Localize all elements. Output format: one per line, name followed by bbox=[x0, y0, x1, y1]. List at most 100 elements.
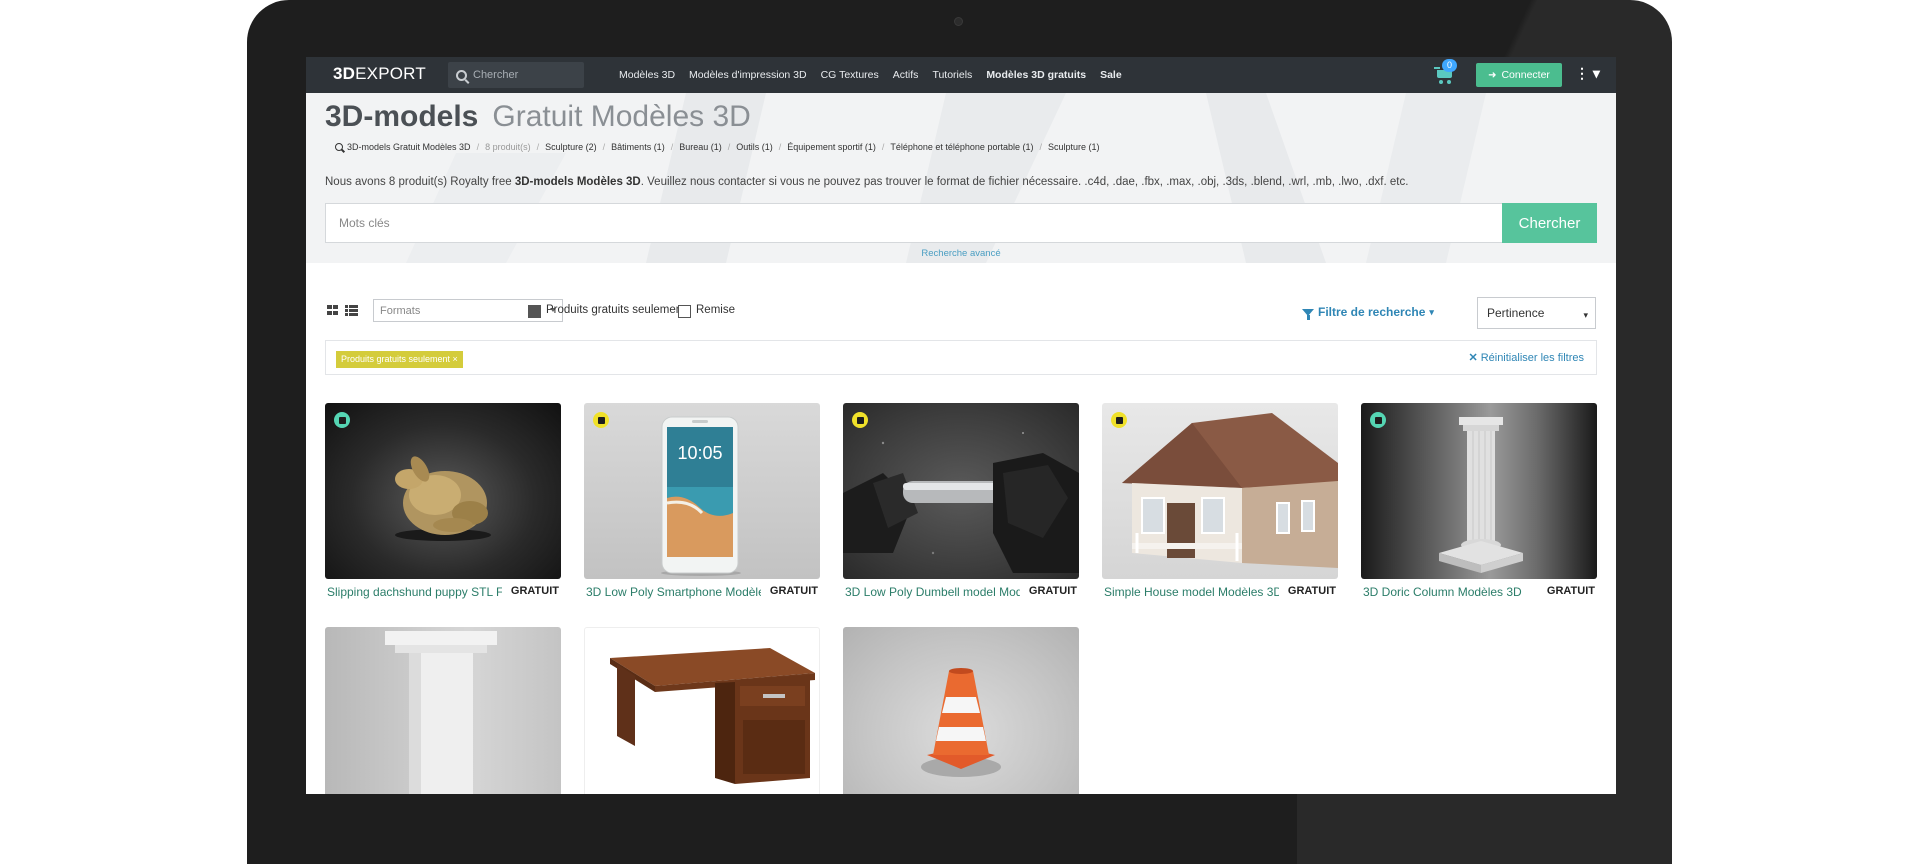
product-card[interactable]: Simple House model Modèles 3D GRATUIT bbox=[1102, 403, 1338, 599]
nav-link-3d-models[interactable]: Modèles 3D bbox=[619, 69, 675, 81]
stage: 3DEXPORT Modèles 3D Modèles d'impression… bbox=[0, 0, 1920, 864]
breadcrumb-separator: / bbox=[536, 142, 540, 152]
login-icon: ➜ bbox=[1488, 69, 1497, 81]
nav-link-tutorials[interactable]: Tutoriels bbox=[932, 69, 972, 81]
advanced-search-link: Recherche avancé bbox=[306, 248, 1616, 259]
sort-value: Pertinence bbox=[1487, 306, 1545, 320]
office-desk-image bbox=[610, 648, 815, 784]
filter-icon bbox=[1302, 308, 1314, 320]
intro-text: Nous avons 8 produit(s) Royalty free 3D-… bbox=[325, 176, 1408, 188]
product-name[interactable]: 3D Low Poly Smartphone Modèles 3D bbox=[586, 585, 761, 599]
list-view-icon[interactable] bbox=[345, 305, 358, 316]
product-thumbnail[interactable]: 10:05 bbox=[584, 403, 820, 579]
product-name[interactable]: 3D Low Poly Dumbell model Modèles 3D bbox=[845, 585, 1020, 599]
file-format-badge-icon bbox=[1111, 412, 1127, 428]
breadcrumb-item[interactable]: Bureau (1) bbox=[679, 142, 722, 152]
cart-count-badge: 0 bbox=[1442, 59, 1457, 72]
breadcrumb-item[interactable]: Équipement sportif (1) bbox=[787, 142, 876, 152]
nav-search-input[interactable] bbox=[473, 69, 573, 81]
file-format-badge-icon bbox=[852, 412, 868, 428]
cart-handle bbox=[1434, 67, 1440, 69]
product-card[interactable] bbox=[843, 627, 1079, 794]
product-price: GRATUIT bbox=[510, 585, 559, 597]
breadcrumb-separator: / bbox=[778, 142, 782, 152]
breadcrumb-separator: / bbox=[881, 142, 885, 152]
free-only-checkbox[interactable] bbox=[528, 305, 541, 318]
product-price: GRATUIT bbox=[1546, 585, 1595, 597]
listing-toolbar: Formats Produits gratuits seulement Remi… bbox=[306, 295, 1616, 329]
free-only-label: Produits gratuits seulement bbox=[546, 304, 686, 316]
badge-glyph bbox=[1115, 416, 1123, 424]
hero-section: 3D-models Gratuit Modèles 3D 3D-models Gr… bbox=[306, 93, 1616, 263]
reset-filters-link[interactable]: ✕ Réinitialiser les filtres bbox=[1468, 351, 1584, 364]
page-title: 3D-models Gratuit Modèles 3D bbox=[325, 100, 751, 134]
breadcrumb-item[interactable]: Sculpture (1) bbox=[1048, 142, 1100, 152]
nav-link-assets[interactable]: Actifs bbox=[893, 69, 919, 81]
product-card[interactable]: 3D Doric Column Modèles 3D GRATUIT bbox=[1361, 403, 1597, 599]
breadcrumb-item[interactable]: Outils (1) bbox=[736, 142, 773, 152]
product-name[interactable]: 3D Doric Column Modèles 3D bbox=[1363, 585, 1538, 599]
search-button[interactable]: Chercher bbox=[1502, 203, 1597, 243]
chevron-down-icon: ▾ bbox=[1429, 306, 1434, 317]
product-name[interactable]: Slipping dachshund puppy STL File bbox=[327, 585, 502, 599]
dumbbell-image bbox=[843, 432, 1079, 573]
nav-search-box[interactable] bbox=[448, 62, 584, 88]
product-thumbnail[interactable] bbox=[1361, 403, 1597, 579]
breadcrumb-item[interactable]: Téléphone et téléphone portable (1) bbox=[890, 142, 1033, 152]
list-line bbox=[349, 305, 358, 308]
product-thumbnail[interactable] bbox=[1102, 403, 1338, 579]
smartphone-image: 10:05 bbox=[661, 416, 741, 576]
badge-glyph bbox=[856, 416, 864, 424]
nav-link-sale[interactable]: Sale bbox=[1100, 69, 1122, 81]
product-name[interactable]: Simple House model Modèles 3D bbox=[1104, 585, 1279, 599]
product-card[interactable] bbox=[325, 627, 561, 794]
sort-dropdown[interactable]: Pertinence ▾ bbox=[1477, 297, 1596, 329]
grid-cell bbox=[333, 305, 338, 309]
page-title-sub: Gratuit Modèles 3D bbox=[492, 100, 751, 133]
connect-label: Connecter bbox=[1501, 69, 1550, 81]
search-filter-toggle[interactable]: Filtre de recherche ▾ bbox=[1302, 305, 1434, 320]
browser-screen: 3DEXPORT Modèles 3D Modèles d'impression… bbox=[306, 57, 1616, 794]
product-price: GRATUIT bbox=[1028, 585, 1077, 597]
keyword-search-input[interactable] bbox=[325, 203, 1502, 243]
chevron-down-icon: ▾ bbox=[1583, 310, 1588, 320]
breadcrumb-separator: / bbox=[670, 142, 674, 152]
product-card[interactable] bbox=[584, 627, 820, 794]
nav-link-print-models[interactable]: Modèles d'impression 3D bbox=[689, 69, 807, 81]
grid-cell bbox=[327, 311, 332, 315]
column-pedestal-image bbox=[385, 631, 497, 794]
product-thumbnail[interactable] bbox=[325, 403, 561, 579]
site-logo[interactable]: 3DEXPORT bbox=[333, 64, 426, 84]
product-card[interactable]: 3D Low Poly Dumbell model Modèles 3D GRA… bbox=[843, 403, 1079, 599]
product-card[interactable]: 10:05 3D Low Poly Smartphone Modèles 3D … bbox=[584, 403, 820, 599]
active-filter-chip[interactable]: Produits gratuits seulement × bbox=[336, 351, 463, 368]
search-icon bbox=[335, 143, 343, 151]
product-card[interactable]: Slipping dachshund puppy STL File GRATUI… bbox=[325, 403, 561, 599]
product-thumbnail[interactable] bbox=[325, 627, 561, 794]
search-filter-label: Filtre de recherche bbox=[1318, 305, 1426, 319]
product-thumbnail[interactable] bbox=[584, 627, 820, 794]
traffic-cone-image bbox=[921, 668, 1001, 777]
intro-text-post: . Veuillez nous contacter si vous ne pou… bbox=[640, 176, 1409, 188]
top-navigation: 3DEXPORT Modèles 3D Modèles d'impression… bbox=[306, 57, 1616, 93]
breadcrumb-root[interactable]: 3D-models Gratuit Modèles 3D bbox=[347, 142, 471, 152]
more-menu-icon[interactable]: ⋮ ▾ bbox=[1575, 65, 1600, 82]
connect-button[interactable]: ➜ Connecter bbox=[1476, 63, 1562, 87]
product-price: GRATUIT bbox=[769, 585, 818, 597]
nav-link-cg-textures[interactable]: CG Textures bbox=[821, 69, 879, 81]
advanced-search-label[interactable]: Recherche avancé bbox=[921, 248, 1000, 259]
nav-links: Modèles 3D Modèles d'impression 3D CG Te… bbox=[619, 57, 1136, 93]
cart-wheel bbox=[1447, 80, 1451, 84]
close-icon: ✕ bbox=[1468, 352, 1478, 364]
breadcrumb-item[interactable]: Bâtiments (1) bbox=[611, 142, 665, 152]
grid-view-icon[interactable] bbox=[327, 305, 339, 316]
file-format-badge-icon bbox=[1370, 412, 1386, 428]
logo-bold: 3D bbox=[333, 64, 356, 83]
logo-rest: EXPORT bbox=[355, 64, 426, 83]
breadcrumb-item[interactable]: Sculpture (2) bbox=[545, 142, 597, 152]
grid-cell bbox=[333, 311, 338, 315]
product-thumbnail[interactable] bbox=[843, 403, 1079, 579]
nav-link-free-models[interactable]: Modèles 3D gratuits bbox=[986, 69, 1086, 81]
product-thumbnail[interactable] bbox=[843, 627, 1079, 794]
discount-checkbox[interactable] bbox=[678, 305, 691, 318]
